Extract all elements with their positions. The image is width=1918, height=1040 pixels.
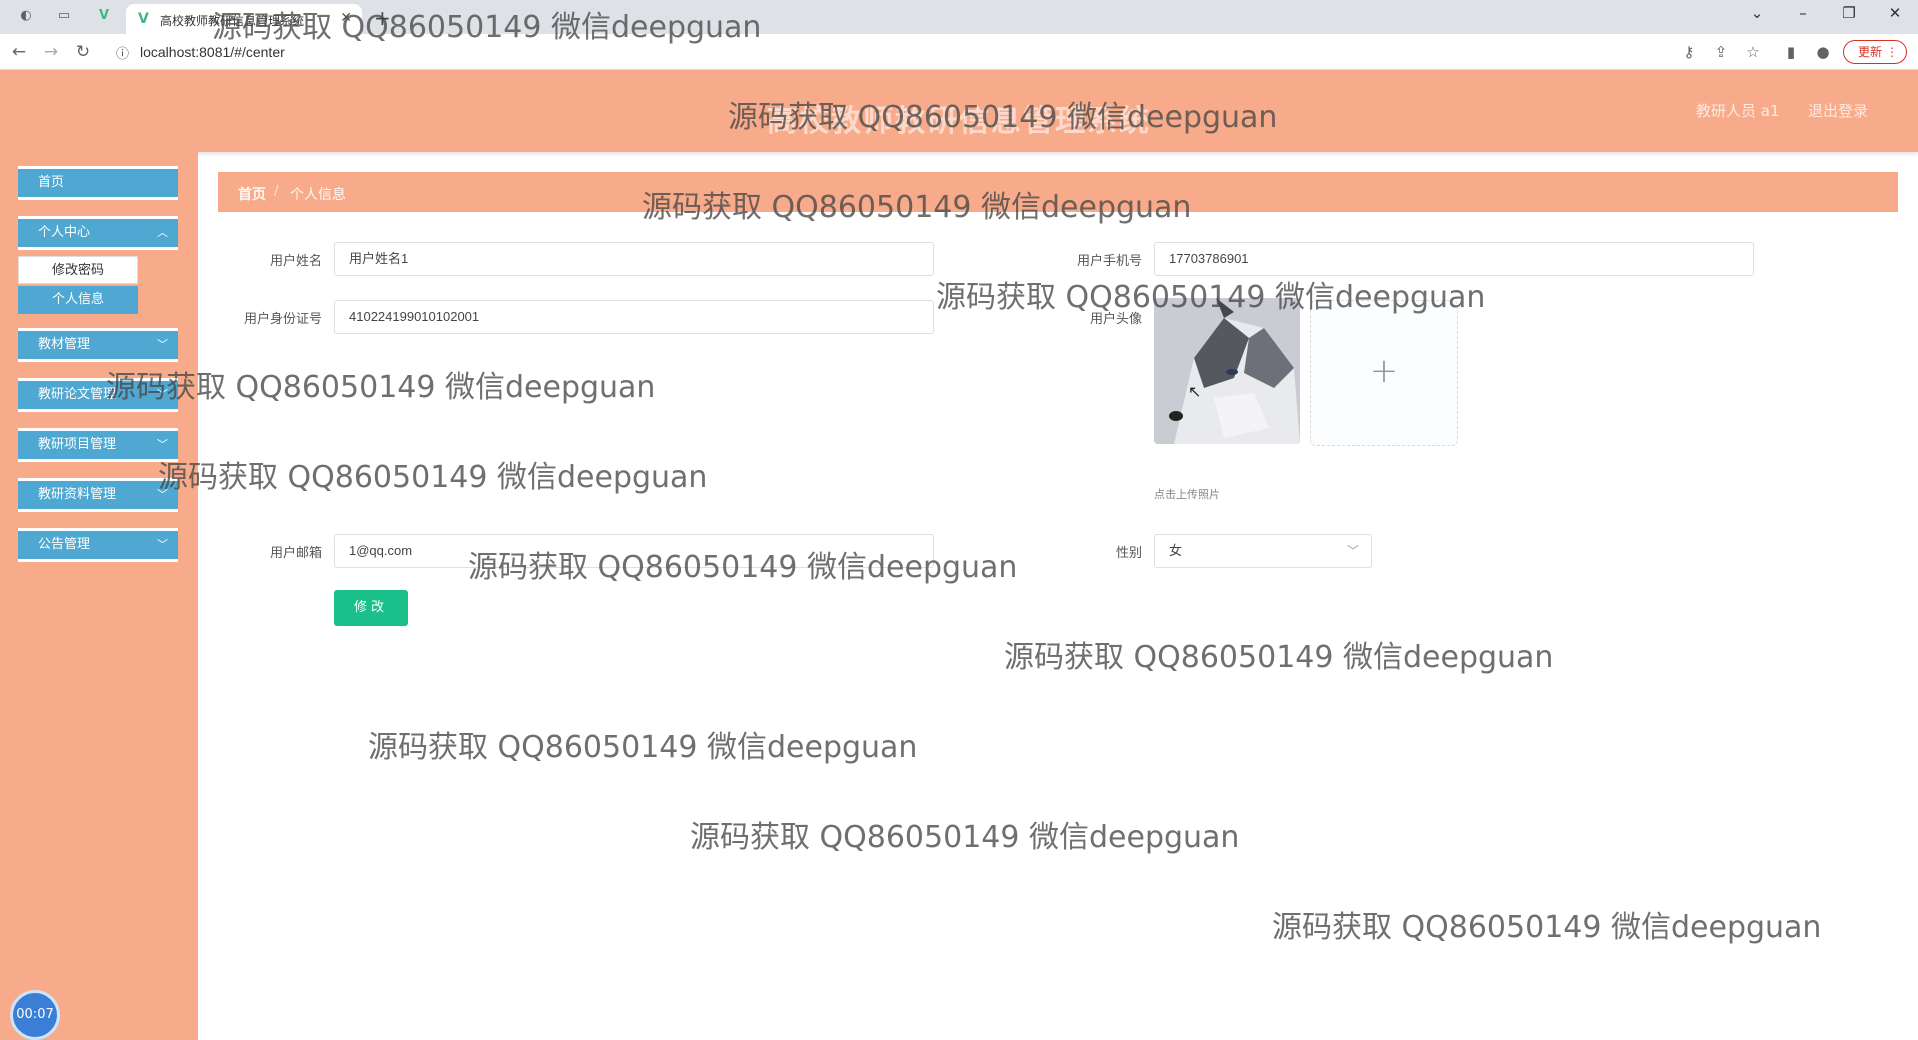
sidebar-subitem-change-password[interactable]: 修改密码 bbox=[18, 256, 138, 284]
sidebar-item-label: 教研项目管理 bbox=[38, 437, 117, 452]
sidebar-item-label: 首页 bbox=[38, 175, 65, 190]
sidebar-item-announcements[interactable]: 公告管理 ﹀ bbox=[18, 528, 178, 562]
browser-tabbar: ◐ ▭ V V 高校教师教研信息管理系统 ✕ + ⌄ – ❐ ✕ bbox=[0, 0, 1918, 34]
chevron-down-icon: ﹀ bbox=[157, 338, 168, 351]
sidebar-item-label: 教研资料管理 bbox=[38, 487, 117, 502]
sidebar-item-label: 教材管理 bbox=[38, 337, 91, 352]
sidebar-item-projects[interactable]: 教研项目管理 ﹀ bbox=[18, 428, 178, 462]
browser-addressbar: ← → ↻ ⓘ localhost:8081/#/center ⚷ ⇪ ☆ ▮ … bbox=[0, 34, 1918, 70]
chevron-down-icon: ﹀ bbox=[157, 538, 168, 551]
breadcrumb-separator: / bbox=[274, 184, 279, 199]
forward-icon[interactable]: → bbox=[40, 42, 62, 62]
vue-favicon-icon: V bbox=[138, 11, 149, 27]
sidebar-item-label: 个人中心 bbox=[38, 225, 91, 240]
window-close-icon[interactable]: ✕ bbox=[1880, 4, 1910, 22]
chevron-down-icon: ﹀ bbox=[157, 388, 168, 401]
gender-select[interactable]: 女 ﹀ bbox=[1154, 534, 1372, 568]
sidebar-item-papers[interactable]: 教研论文管理 ﹀ bbox=[18, 378, 178, 412]
url-field[interactable]: ⓘ localhost:8081/#/center bbox=[110, 39, 1670, 65]
sidebar-item-label: 公告管理 bbox=[38, 537, 91, 552]
share-icon[interactable]: ⇪ bbox=[1710, 43, 1732, 61]
sidebar-item-personal-center[interactable]: 个人中心 ︿ bbox=[18, 216, 178, 250]
new-tab-icon[interactable]: + bbox=[374, 6, 391, 30]
profile-icon[interactable]: ● bbox=[1812, 43, 1834, 61]
sidebar-subitem-label: 修改密码 bbox=[51, 263, 104, 278]
idcard-field[interactable]: 410224199010102001 bbox=[334, 300, 934, 334]
tab-search-icon[interactable]: ⌄ bbox=[1742, 4, 1772, 22]
browser-tab-active[interactable]: V 高校教师教研信息管理系统 ✕ bbox=[126, 4, 362, 34]
sidebar: 首页 个人中心 ︿ 修改密码 个人信息 教材管理 ﹀ 教研论文管理 ﹀ 教研项目… bbox=[0, 152, 198, 1040]
watermark: 源码获取 QQ86050149 微信deepguan bbox=[368, 730, 918, 765]
logout-link[interactable]: 退出登录 bbox=[1808, 100, 1868, 121]
restore-icon[interactable]: ❐ bbox=[1834, 4, 1864, 22]
sidebar-subitem-personal-info[interactable]: 个人信息 bbox=[18, 286, 138, 314]
chevron-down-icon: ﹀ bbox=[157, 438, 168, 451]
chevron-down-icon: ﹀ bbox=[1346, 544, 1359, 558]
watermark: 源码获取 QQ86050149 微信deepguan bbox=[1004, 640, 1554, 675]
breadcrumb: 首页 / 个人信息 bbox=[218, 172, 1898, 212]
chevron-up-icon: ︿ bbox=[157, 226, 168, 239]
reload-icon[interactable]: ↻ bbox=[72, 42, 94, 62]
phone-field[interactable]: 17703786901 bbox=[1154, 242, 1754, 276]
key-icon[interactable]: ⚷ bbox=[1678, 43, 1700, 61]
submit-button[interactable]: 修改 bbox=[334, 590, 408, 626]
bookmark-star-icon[interactable]: ☆ bbox=[1742, 43, 1764, 61]
current-user: 教研人员 a1 bbox=[1696, 102, 1780, 120]
vue-icon[interactable]: V bbox=[96, 8, 112, 24]
phone-label: 用户手机号 bbox=[1076, 254, 1142, 269]
chevron-down-icon: ﹀ bbox=[157, 488, 168, 501]
upload-tip: 点击上传照片 bbox=[1154, 488, 1220, 501]
site-info-icon[interactable]: ⓘ bbox=[116, 43, 129, 62]
app-title: 高校教师教研信息管理系统 bbox=[767, 104, 1151, 139]
breadcrumb-home[interactable]: 首页 bbox=[238, 184, 266, 204]
sidebar-item-materials[interactable]: 教研资料管理 ﹀ bbox=[18, 478, 178, 512]
sidebar-item-textbook[interactable]: 教材管理 ﹀ bbox=[18, 328, 178, 362]
app-header: 高校教师教研信息管理系统 教研人员 a1 退出登录 bbox=[0, 70, 1918, 152]
globe-icon[interactable]: ◐ bbox=[18, 8, 34, 24]
name-field[interactable]: 用户姓名1 bbox=[334, 242, 934, 276]
gender-label: 性别 bbox=[1115, 546, 1142, 561]
sidebar-subitem-label: 个人信息 bbox=[51, 292, 104, 307]
url-text: localhost:8081/#/center bbox=[140, 44, 285, 60]
sidebar-item-label: 教研论文管理 bbox=[38, 387, 117, 402]
mouse-cursor-icon: ↖ bbox=[1188, 382, 1202, 401]
tab-icon[interactable]: ▭ bbox=[56, 8, 72, 24]
more-menu-icon: ⋮ bbox=[1886, 45, 1898, 59]
email-label: 用户邮箱 bbox=[269, 546, 322, 561]
recording-timer: 00:07 bbox=[10, 990, 60, 1040]
browser-update-button[interactable]: 更新 ⋮ bbox=[1843, 40, 1907, 64]
avatar-image[interactable] bbox=[1154, 298, 1300, 444]
avatar-upload-button[interactable]: + bbox=[1310, 300, 1458, 446]
name-label: 用户姓名 bbox=[269, 254, 322, 269]
tab-title: 高校教师教研信息管理系统 bbox=[160, 14, 305, 28]
tab-close-icon[interactable]: ✕ bbox=[340, 10, 352, 26]
husky-dog-image bbox=[1154, 298, 1300, 444]
minimize-icon[interactable]: – bbox=[1788, 4, 1818, 22]
sidepanel-icon[interactable]: ▮ bbox=[1780, 43, 1802, 61]
avatar-label: 用户头像 bbox=[1089, 312, 1142, 327]
breadcrumb-current: 个人信息 bbox=[290, 187, 346, 203]
sidebar-item-home[interactable]: 首页 bbox=[18, 166, 178, 200]
plus-icon: + bbox=[1369, 351, 1399, 391]
watermark: 源码获取 QQ86050149 微信deepguan bbox=[690, 820, 1240, 855]
idcard-label: 用户身份证号 bbox=[243, 312, 322, 327]
watermark: 源码获取 QQ86050149 微信deepguan bbox=[158, 460, 708, 495]
gender-value: 女 bbox=[1169, 543, 1183, 558]
email-field[interactable]: 1@qq.com bbox=[334, 534, 934, 568]
watermark: 源码获取 QQ86050149 微信deepguan bbox=[1272, 910, 1822, 945]
back-icon[interactable]: ← bbox=[8, 42, 30, 62]
update-label: 更新 bbox=[1858, 45, 1883, 59]
